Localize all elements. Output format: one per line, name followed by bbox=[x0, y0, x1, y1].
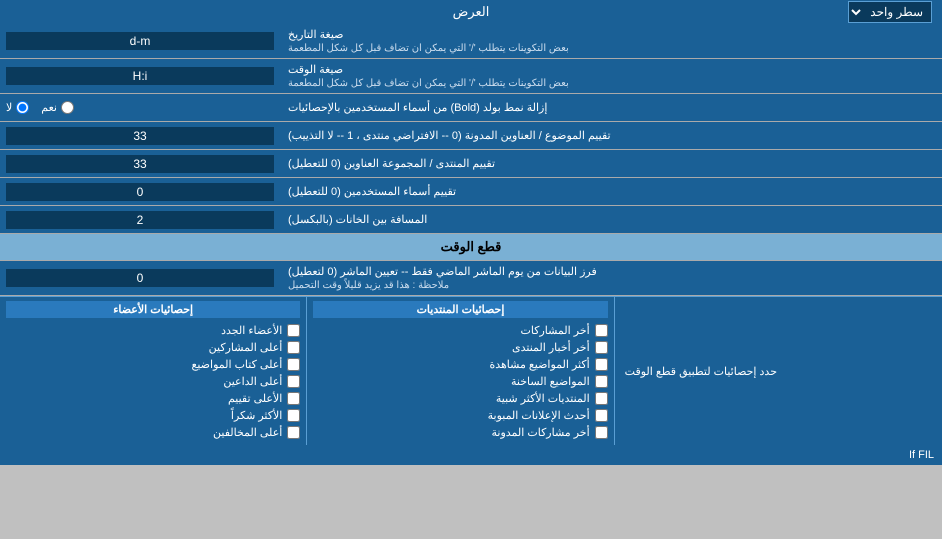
forum-order-label: تقييم المنتدى / المجموعة العناوين (0 للت… bbox=[280, 150, 942, 177]
posts-col-title: إحصائيات المنتديات bbox=[313, 301, 607, 318]
checkbox-cols-wrapper: إحصائيات المنتديات أخر المشاركات أخر أخب… bbox=[0, 297, 615, 445]
checkbox-posts-3: أكثر المواضيع مشاهدة bbox=[313, 356, 607, 373]
time-cut-filter-row: فرز البيانات من يوم الماشر الماضي فقط --… bbox=[0, 261, 942, 296]
topics-order-row: تقييم الموضوع / العناوين المدونة (0 -- ا… bbox=[0, 122, 942, 150]
checkbox-members-3: أعلى كتاب المواضيع bbox=[6, 356, 300, 373]
checkbox-posts-5: المنتديات الأكثر شبية bbox=[313, 390, 607, 407]
cb-members-1[interactable] bbox=[287, 324, 300, 337]
cb-posts-7[interactable] bbox=[595, 426, 608, 439]
forum-order-row: تقييم المنتدى / المجموعة العناوين (0 للت… bbox=[0, 150, 942, 178]
cb-posts-2[interactable] bbox=[595, 341, 608, 354]
topics-order-input-container bbox=[0, 122, 280, 149]
date-format-input-container bbox=[0, 24, 280, 58]
stats-section: حدد إحصائيات لتطبيق قطع الوقت إحصائيات ا… bbox=[0, 296, 942, 445]
members-col-title: إحصائيات الأعضاء bbox=[6, 301, 300, 318]
checkbox-posts-4: المواضيع الساخنة bbox=[313, 373, 607, 390]
stats-apply-label: حدد إحصائيات لتطبيق قطع الوقت bbox=[615, 297, 942, 445]
date-format-row: صيغة التاريخ بعض التكوينات يتطلب '/' الت… bbox=[0, 24, 942, 59]
time-format-label: صيغة الوقت بعض التكوينات يتطلب '/' التي … bbox=[280, 59, 942, 93]
time-cut-filter-label: فرز البيانات من يوم الماشر الماضي فقط --… bbox=[280, 261, 942, 295]
header-title: العرض bbox=[4, 4, 938, 20]
cb-members-4[interactable] bbox=[287, 375, 300, 388]
time-cut-section-header: قطع الوقت bbox=[0, 234, 942, 261]
bold-remove-radio-container: نعم لا bbox=[0, 94, 280, 121]
checkbox-members-7: أعلى المخالفين bbox=[6, 424, 300, 441]
date-format-input[interactable] bbox=[6, 32, 274, 50]
time-cut-filter-input-container bbox=[0, 261, 280, 295]
bold-radio-yes[interactable] bbox=[61, 101, 74, 114]
bold-remove-label: إزالة نمط بولد (Bold) من أسماء المستخدمي… bbox=[280, 94, 942, 121]
columns-gap-input[interactable] bbox=[6, 211, 274, 229]
checkbox-posts-1: أخر المشاركات bbox=[313, 322, 607, 339]
time-format-row: صيغة الوقت بعض التكوينات يتطلب '/' التي … bbox=[0, 59, 942, 94]
cb-members-3[interactable] bbox=[287, 358, 300, 371]
checkbox-members-6: الأكثر شكراً bbox=[6, 407, 300, 424]
bold-remove-row: إزالة نمط بولد (Bold) من أسماء المستخدمي… bbox=[0, 94, 942, 122]
topics-order-label: تقييم الموضوع / العناوين المدونة (0 -- ا… bbox=[280, 122, 942, 149]
time-format-input-container bbox=[0, 59, 280, 93]
users-order-label: تقييم أسماء المستخدمين (0 للتعطيل) bbox=[280, 178, 942, 205]
checkbox-members-2: أعلى المشاركين bbox=[6, 339, 300, 356]
columns-gap-row: المسافة بين الخانات (بالبكسل) bbox=[0, 206, 942, 234]
date-format-label: صيغة التاريخ بعض التكوينات يتطلب '/' الت… bbox=[280, 24, 942, 58]
cb-posts-1[interactable] bbox=[595, 324, 608, 337]
cb-members-6[interactable] bbox=[287, 409, 300, 422]
checkbox-members-5: الأعلى تقييم bbox=[6, 390, 300, 407]
cb-members-7[interactable] bbox=[287, 426, 300, 439]
bottom-note: If FIL bbox=[0, 445, 942, 465]
cb-posts-5[interactable] bbox=[595, 392, 608, 405]
topics-order-input[interactable] bbox=[6, 127, 274, 145]
bold-radio-yes-label: نعم bbox=[41, 101, 74, 114]
members-checkbox-col: إحصائيات الأعضاء الأعضاء الجدد أعلى المش… bbox=[0, 297, 307, 445]
checkbox-posts-2: أخر أخبار المنتدى bbox=[313, 339, 607, 356]
display-select[interactable]: سطر واحد سطرين ثلاثة أسطر bbox=[848, 1, 932, 23]
checkbox-posts-7: أخر مشاركات المدونة bbox=[313, 424, 607, 441]
cb-members-2[interactable] bbox=[287, 341, 300, 354]
posts-checkbox-col: إحصائيات المنتديات أخر المشاركات أخر أخب… bbox=[307, 297, 614, 445]
cb-members-5[interactable] bbox=[287, 392, 300, 405]
checkbox-posts-6: أحدث الإعلانات المبوبة bbox=[313, 407, 607, 424]
columns-gap-label: المسافة بين الخانات (بالبكسل) bbox=[280, 206, 942, 233]
columns-gap-input-container bbox=[0, 206, 280, 233]
users-order-input[interactable] bbox=[6, 183, 274, 201]
cb-posts-6[interactable] bbox=[595, 409, 608, 422]
cb-posts-3[interactable] bbox=[595, 358, 608, 371]
checkbox-members-1: الأعضاء الجدد bbox=[6, 322, 300, 339]
main-container: العرض سطر واحد سطرين ثلاثة أسطر صيغة الت… bbox=[0, 0, 942, 465]
forum-order-input-container bbox=[0, 150, 280, 177]
header-row: العرض سطر واحد سطرين ثلاثة أسطر bbox=[0, 0, 942, 24]
users-order-input-container bbox=[0, 178, 280, 205]
time-cut-filter-input[interactable] bbox=[6, 269, 274, 287]
bold-radio-no[interactable] bbox=[16, 101, 29, 114]
users-order-row: تقييم أسماء المستخدمين (0 للتعطيل) bbox=[0, 178, 942, 206]
cb-posts-4[interactable] bbox=[595, 375, 608, 388]
checkbox-members-4: أعلى الداعين bbox=[6, 373, 300, 390]
time-format-input[interactable] bbox=[6, 67, 274, 85]
bold-radio-no-label: لا bbox=[6, 101, 29, 114]
forum-order-input[interactable] bbox=[6, 155, 274, 173]
